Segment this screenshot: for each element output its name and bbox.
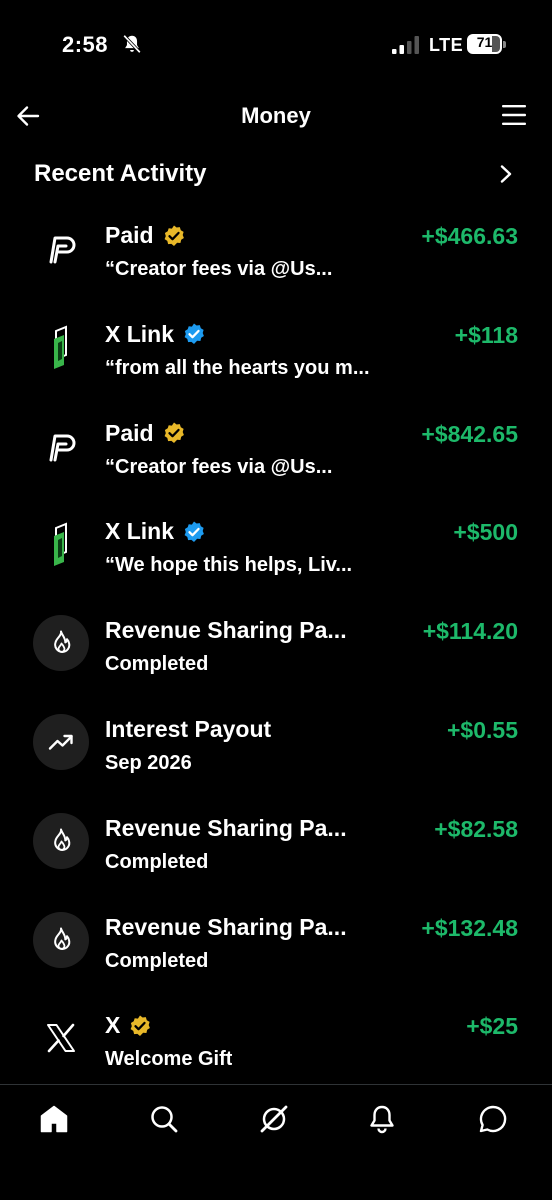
activity-item[interactable]: X Welcome Gift +$25 [0, 996, 552, 1095]
blue-verified-icon [184, 323, 204, 345]
activity-amount: +$118 [454, 321, 518, 348]
xlink-logo-icon [33, 319, 89, 375]
activity-title: Revenue Sharing Pa... [105, 913, 347, 940]
activity-title: Paid [105, 419, 154, 446]
nav-messages[interactable] [477, 1103, 513, 1139]
activity-subtitle: “Creator fees via @Us... [105, 258, 333, 280]
activity-subtitle: Welcome Gift [105, 1048, 233, 1071]
activity-amount: +$0.55 [447, 716, 518, 743]
activity-subtitle: Completed [105, 949, 209, 972]
status-bar: 2:58 LTE 71 [0, 0, 552, 80]
grok-icon [260, 1105, 288, 1133]
activity-item[interactable]: X Link “from all the hearts you m... +$1… [0, 305, 552, 404]
bell-off-icon [123, 34, 141, 54]
activity-amount: +$500 [453, 519, 518, 546]
activity-amount: +$466.63 [421, 223, 518, 249]
activity-item[interactable]: Paid “Creator fees via @Us... +$466.63 [0, 206, 552, 305]
section-title: Recent Activity [34, 160, 207, 187]
home-icon [40, 1105, 68, 1133]
battery-icon: 71 [467, 33, 507, 55]
blue-verified-icon [184, 521, 204, 542]
gold-verified-icon [164, 422, 184, 444]
gold-verified-icon [130, 1015, 151, 1036]
signal-icon [392, 36, 419, 54]
x-logo-icon [33, 1010, 89, 1066]
activity-subtitle: “from all the hearts you m... [105, 356, 370, 379]
activity-item[interactable]: Revenue Sharing Pa... Completed +$114.20 [0, 601, 552, 700]
activity-list: Paid “Creator fees via @Us... +$466.63 X… [0, 206, 552, 1095]
activity-item[interactable]: Revenue Sharing Pa... Completed +$82.58 [0, 799, 552, 898]
nav-search[interactable] [148, 1103, 184, 1139]
chevron-right-icon[interactable] [498, 163, 514, 185]
activity-title: X Link [105, 320, 175, 347]
paid-logo-icon [33, 220, 89, 276]
activity-title: Revenue Sharing Pa... [105, 814, 347, 841]
flame-icon [33, 615, 89, 672]
activity-title: X [105, 1012, 121, 1039]
activity-title: Revenue Sharing Pa... [105, 617, 347, 644]
bottom-nav [0, 1084, 552, 1200]
bell-icon [370, 1105, 394, 1134]
activity-amount: +$25 [466, 1013, 518, 1040]
flame-icon [33, 812, 89, 869]
activity-amount: +$114.20 [422, 618, 518, 645]
activity-subtitle: Sep 2026 [105, 751, 192, 774]
activity-item[interactable]: Interest Payout Sep 2026 +$0.55 [0, 700, 552, 799]
activity-item[interactable]: Revenue Sharing Pa... Completed +$132.48 [0, 898, 552, 997]
chat-icon [479, 1105, 507, 1133]
activity-title: X Link [105, 518, 175, 545]
header: Money [0, 92, 552, 142]
xlink-logo-icon [33, 516, 89, 572]
gold-verified-icon [164, 225, 184, 246]
status-time: 2:58 [62, 32, 109, 57]
activity-title: Paid [105, 222, 154, 248]
trending-up-icon [33, 713, 89, 770]
activity-item[interactable]: X Link “We hope this helps, Liv... +$500 [0, 502, 552, 601]
activity-subtitle: “Creator fees via @Us... [105, 455, 333, 478]
activity-subtitle: Completed [105, 653, 209, 676]
activity-title: Interest Payout [105, 715, 272, 742]
nav-notifications[interactable] [366, 1103, 402, 1139]
activity-amount: +$842.65 [421, 420, 518, 447]
menu-icon[interactable] [502, 104, 526, 126]
flame-icon [33, 911, 89, 968]
activity-item[interactable]: Paid “Creator fees via @Us... +$842.65 [0, 404, 552, 503]
search-icon [151, 1106, 178, 1133]
battery-level: 71 [476, 34, 493, 50]
network-type: LTE [429, 35, 464, 55]
page-title: Money [241, 103, 311, 128]
nav-grok[interactable] [258, 1103, 294, 1139]
activity-amount: +$82.58 [434, 815, 518, 842]
activity-subtitle: Completed [105, 850, 209, 873]
nav-home[interactable] [38, 1103, 74, 1139]
activity-subtitle: “We hope this helps, Liv... [105, 554, 353, 577]
recent-activity-header[interactable]: Recent Activity [0, 154, 552, 194]
paid-logo-icon [33, 418, 89, 474]
activity-amount: +$132.48 [421, 914, 518, 941]
